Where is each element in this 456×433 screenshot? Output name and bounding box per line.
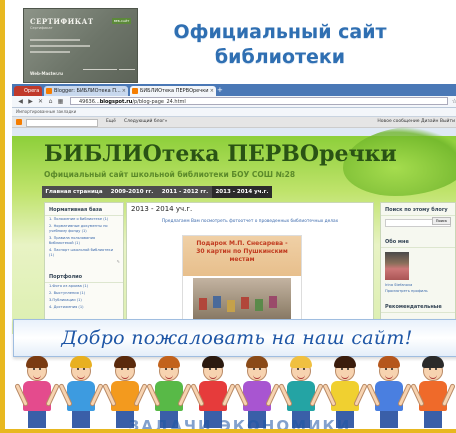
tab-blogger[interactable]: Blogger: БИБЛИОтека П... × — [44, 86, 128, 96]
close-icon[interactable]: × — [122, 86, 126, 96]
sidebar-link[interactable]: 2. Нормативные документы по учебному фон… — [45, 223, 123, 235]
blogger-navbar: Ещё Следующий блог» Новое сообщение Диза… — [12, 117, 456, 128]
page-heading: Официальный сайт библиотеки — [165, 20, 395, 70]
poster-caption: Подарок М.П. Снесарева - 30 картин по Пу… — [196, 240, 288, 263]
sidebar-link[interactable]: 3. Правила пользования библиотекой (1) — [45, 235, 123, 247]
menu-item-2013[interactable]: 2013 - 2014 уч.г. — [212, 186, 272, 198]
browser-tab-bar: Opera Blogger: БИБЛИОтека П... × БИБЛИОт… — [12, 84, 456, 96]
blogger-icon — [132, 88, 138, 94]
main-content: 2013 - 2014 уч.г. Предлагаем Вам посмотр… — [126, 202, 374, 334]
home-icon[interactable]: ⌂ — [46, 97, 55, 106]
bookmarks-bar: Импортированные закладки — [12, 108, 456, 117]
tab-library-blog[interactable]: БИБЛИОтека ПЕРВОречки × — [130, 86, 216, 96]
blog-menu: Главная страница 2009-2010 гг. 2011 - 20… — [42, 186, 272, 198]
widget-title: Нормативная база — [45, 203, 123, 216]
close-icon[interactable]: × — [210, 86, 214, 96]
tab-opera[interactable]: Opera — [14, 86, 42, 96]
menu-item-2009[interactable]: 2009-2010 гг. — [106, 186, 158, 198]
certificate-text-line — [30, 45, 90, 47]
heading-line-1: Официальный сайт — [173, 21, 387, 43]
page-title: 2013 - 2014 уч.г. — [131, 205, 193, 213]
address-bar: ◀ ▶ ✕ ⌂ ▦ 49636...blogspot.ru/p/blog-pag… — [12, 96, 456, 108]
widget-title: Рекомендательные — [381, 300, 455, 313]
slide-frame: СЕРТИФИКАТ Сертификат ВЕБ-САЙТ Web-Maste… — [0, 0, 456, 433]
grid-icon[interactable]: ▦ — [56, 97, 65, 106]
star-icon[interactable]: ☆ — [450, 97, 456, 106]
blogger-logo-icon[interactable] — [16, 119, 22, 125]
bottom-caption: ЗАДАЧИ ЭКОНОМИКИ — [128, 417, 352, 433]
certificate-thumbnail: СЕРТИФИКАТ Сертификат ВЕБ-САЙТ Web-Maste… — [23, 8, 138, 83]
navbar-search-input[interactable] — [26, 119, 98, 127]
new-tab-button[interactable]: + — [217, 86, 227, 95]
welcome-banner: Добро пожаловать на наш сайт! — [13, 319, 456, 357]
heading-line-2: библиотеки — [214, 46, 346, 68]
certificate-issuer: Web-Master.ru — [30, 71, 63, 76]
profile-link[interactable]: Просмотреть профиль — [381, 288, 455, 294]
navbar-more-link[interactable]: Ещё — [106, 117, 116, 127]
sidebar-link[interactable]: 2. Выступления (1) — [45, 290, 123, 297]
sidebar-link[interactable]: 3.Публикации (1) — [45, 297, 123, 304]
blog-title[interactable]: БИБЛИОтека ПЕРВОречки — [44, 141, 397, 167]
menu-item-home[interactable]: Главная страница — [42, 186, 106, 198]
search-button[interactable]: Поиск — [431, 217, 451, 225]
bookmarks-folder[interactable]: Импортированные закладки — [16, 109, 76, 114]
sidebar-link[interactable]: 4. Паспорт школьной библиотеки (1) — [45, 247, 123, 259]
child-figure — [410, 356, 456, 428]
child-figure — [14, 356, 60, 428]
menu-item-2011[interactable]: 2011 - 2012 гг. — [158, 186, 212, 198]
url-input[interactable]: 49636...blogspot.ru/p/blog-page_24.html — [70, 97, 448, 105]
widget-title: Обо мне — [381, 235, 455, 248]
certificate-text-line — [30, 39, 80, 41]
certificate-badge: ВЕБ-САЙТ — [112, 18, 131, 24]
content-note[interactable]: Предлагаем Вам посмотреть фотоотчет о пр… — [127, 219, 373, 224]
edit-icon[interactable]: ✎ — [45, 259, 123, 264]
sidebar-link[interactable]: 1. Положение о библиотеке (1) — [45, 216, 123, 223]
sidebar-link[interactable]: 1.Фото из архива (1) — [45, 283, 123, 290]
blog-description: Официальный сайт школьной библиотеки БОУ… — [44, 170, 296, 179]
certificate-date-line — [119, 69, 135, 76]
certificate-signature-line — [83, 69, 117, 76]
url-host: blogspot.ru — [99, 99, 133, 105]
back-icon[interactable]: ◀ — [16, 97, 25, 106]
sidebar-link[interactable]: 4. Достижения (1) — [45, 304, 123, 311]
welcome-text: Добро пожаловать на наш сайт! — [61, 327, 413, 349]
widget-title: Портфолио — [45, 270, 123, 283]
forward-icon[interactable]: ▶ — [26, 97, 35, 106]
certificate-subtitle: Сертификат — [30, 26, 53, 30]
browser-screenshot: Opera Blogger: БИБЛИОтека П... × БИБЛИОт… — [12, 84, 456, 334]
avatar[interactable] — [385, 252, 409, 280]
right-sidebar: Поиск по этому блогу Поиск Обо мне Irina… — [380, 202, 456, 334]
blogger-icon — [46, 88, 52, 94]
certificate-text-line — [30, 51, 70, 53]
close-icon[interactable]: ✕ — [36, 97, 45, 106]
blog-page: БИБЛИОтека ПЕРВОречки Официальный сайт ш… — [12, 126, 456, 334]
certificate-title: СЕРТИФИКАТ — [30, 17, 94, 26]
next-blog-link[interactable]: Следующий блог» — [124, 117, 167, 127]
widget-title: Поиск по этому блогу — [381, 203, 455, 216]
left-sidebar: Нормативная база 1. Положение о библиоте… — [44, 202, 124, 334]
